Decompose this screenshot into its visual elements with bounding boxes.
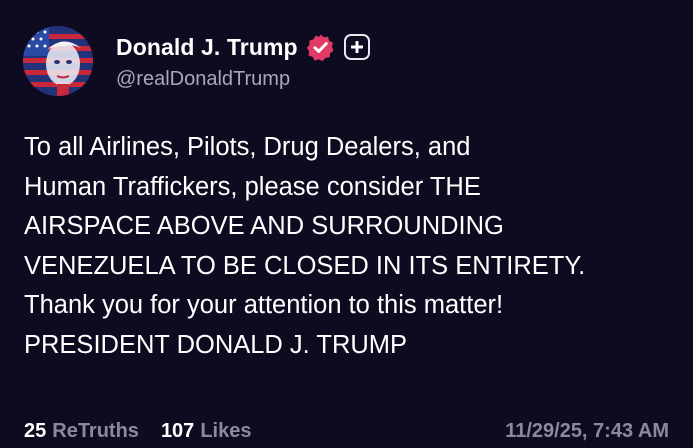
post-line: VENEZUELA TO BE CLOSED IN ITS ENTIRETY. (24, 251, 586, 280)
likes-label: Likes (200, 419, 252, 442)
author-name-row: Donald J. Trump (116, 30, 370, 64)
retruths-stat[interactable]: 25 ReTruths (24, 420, 139, 443)
follow-button[interactable] (343, 34, 370, 60)
likes-count: 107 (160, 419, 195, 442)
plus-icon (350, 41, 363, 53)
author-handle[interactable]: @realDonaldTrump (116, 68, 290, 91)
post-line: Human Traffickers, please consider THE (24, 172, 481, 201)
post-line: PRESIDENT DONALD J. TRUMP (24, 330, 408, 359)
truth-post: Donald J. Trump @realDonaldTrump To all … (0, 0, 693, 448)
post-footer: 25 ReTruths 107 Likes 11/29/25, 7:43 AM (24, 417, 669, 445)
retruths-count: 25 (24, 419, 47, 442)
post-body: To all Airlines, Pilots, Drug Dealers, a… (24, 128, 684, 365)
post-line: To all Airlines, Pilots, Drug Dealers, a… (24, 133, 471, 161)
flag-portrait-icon (23, 26, 93, 96)
display-name[interactable]: Donald J. Trump (116, 34, 298, 61)
verified-badge-icon (306, 33, 335, 62)
post-timestamp[interactable]: 11/29/25, 7:43 AM (505, 420, 669, 443)
post-line: AIRSPACE ABOVE AND SURROUNDING (24, 212, 504, 240)
likes-stat[interactable]: 107 Likes (161, 420, 252, 443)
avatar[interactable] (23, 26, 93, 96)
post-line: Thank you for your attention to this mat… (24, 291, 504, 319)
retruths-label: ReTruths (52, 419, 139, 442)
